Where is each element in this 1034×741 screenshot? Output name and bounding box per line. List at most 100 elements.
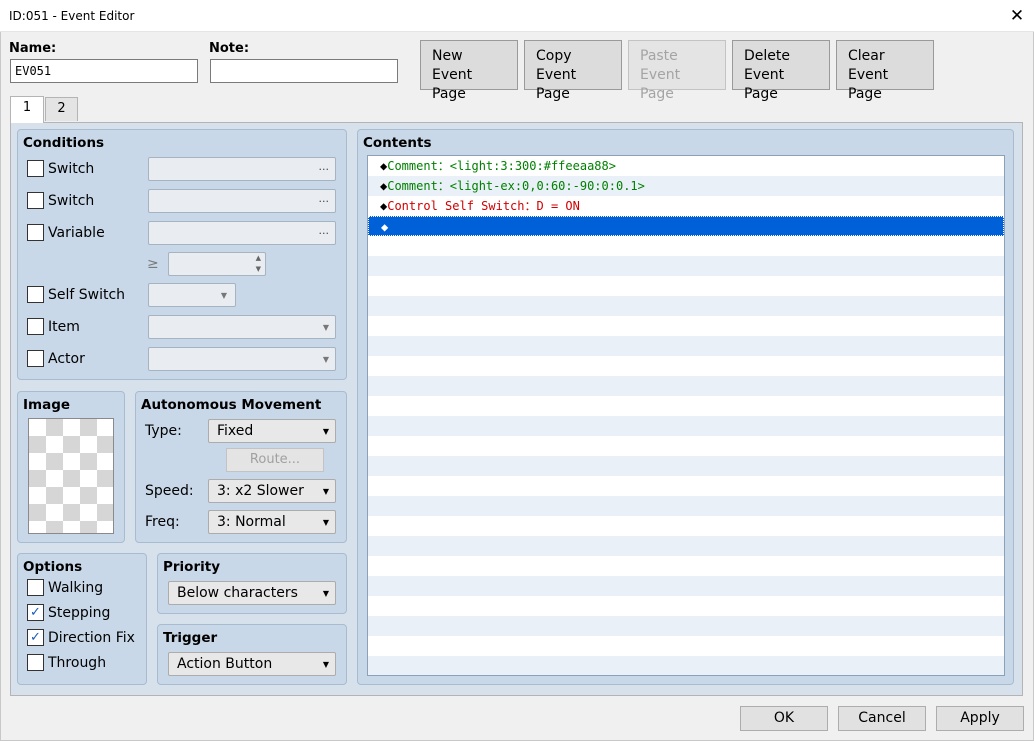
clear-button-line1: Clear bbox=[848, 48, 885, 64]
new-button-line1: New bbox=[432, 48, 463, 64]
actor-checkbox[interactable] bbox=[27, 350, 44, 367]
command-row[interactable] bbox=[368, 296, 1004, 316]
spinner-down-icon[interactable]: ▼ bbox=[256, 264, 261, 274]
trigger-value: Action Button bbox=[177, 656, 273, 672]
chevron-down-icon: ▼ bbox=[322, 427, 329, 436]
command-row[interactable]: ◆Control Self Switch：D = ON bbox=[368, 196, 1004, 216]
switch1-selector[interactable]: ... bbox=[148, 157, 336, 181]
command-row[interactable] bbox=[368, 536, 1004, 556]
delete-button-line2: Event Page bbox=[744, 67, 785, 102]
priority-title: Priority bbox=[163, 559, 220, 575]
window-title: ID:051 - Event Editor bbox=[9, 9, 135, 23]
note-input[interactable] bbox=[210, 59, 398, 83]
command-row[interactable] bbox=[368, 576, 1004, 596]
clear-button-line2: Event Page bbox=[848, 67, 889, 102]
chevron-down-icon: ▼ bbox=[322, 518, 329, 527]
walking-label: Walking bbox=[48, 580, 104, 596]
command-row[interactable] bbox=[368, 556, 1004, 576]
command-text: Comment：<light:3:300:#ffeeaa88> bbox=[387, 159, 616, 173]
clear-event-page-button[interactable]: Clear Event Page bbox=[836, 40, 934, 102]
command-row[interactable] bbox=[368, 656, 1004, 675]
command-row[interactable] bbox=[368, 436, 1004, 456]
new-event-page-button[interactable]: New Event Page bbox=[420, 40, 518, 102]
ok-button[interactable]: OK bbox=[740, 706, 828, 731]
variable-label: Variable bbox=[48, 225, 105, 241]
self-switch-checkbox[interactable] bbox=[27, 286, 44, 303]
delete-event-page-button[interactable]: Delete Event Page bbox=[732, 40, 830, 102]
command-row[interactable] bbox=[368, 356, 1004, 376]
walking-checkbox[interactable] bbox=[27, 579, 44, 596]
movement-type-value: Fixed bbox=[217, 423, 254, 439]
variable-selector[interactable]: ... bbox=[148, 221, 336, 245]
command-row[interactable] bbox=[368, 516, 1004, 536]
movement-speed-select[interactable]: 3: x2 Slower ▼ bbox=[208, 479, 336, 503]
command-row[interactable] bbox=[368, 416, 1004, 436]
movement-speed-value: 3: x2 Slower bbox=[217, 483, 304, 499]
name-label: Name: bbox=[9, 41, 57, 56]
close-icon[interactable]: ✕ bbox=[1003, 3, 1031, 29]
options-title: Options bbox=[23, 559, 83, 575]
command-row[interactable] bbox=[368, 236, 1004, 256]
chevron-down-icon: ▼ bbox=[322, 355, 329, 364]
spinner-up-icon[interactable]: ▲ bbox=[256, 253, 261, 263]
movement-freq-value: 3: Normal bbox=[217, 514, 286, 530]
event-image-preview[interactable] bbox=[28, 418, 114, 534]
command-marker-icon: ◆ bbox=[381, 220, 389, 234]
tab-page-1[interactable]: 1 bbox=[10, 96, 44, 123]
variable-checkbox[interactable] bbox=[27, 224, 44, 241]
command-row[interactable] bbox=[368, 616, 1004, 636]
name-input[interactable]: EV051 bbox=[10, 59, 198, 83]
image-title: Image bbox=[23, 397, 71, 413]
switch2-checkbox[interactable] bbox=[27, 192, 44, 209]
command-row[interactable] bbox=[368, 256, 1004, 276]
chevron-down-icon: ▼ bbox=[322, 660, 329, 669]
autonomous-movement-title: Autonomous Movement bbox=[141, 397, 322, 413]
command-row[interactable] bbox=[368, 336, 1004, 356]
contents-title: Contents bbox=[363, 135, 432, 151]
switch2-label: Switch bbox=[48, 193, 95, 209]
chevron-down-icon: ▼ bbox=[322, 589, 329, 598]
event-command-list[interactable]: ◆Comment：<light:3:300:#ffeeaa88> ◆Comment… bbox=[367, 155, 1005, 676]
command-row[interactable] bbox=[368, 596, 1004, 616]
movement-freq-select[interactable]: 3: Normal ▼ bbox=[208, 510, 336, 534]
command-row[interactable] bbox=[368, 636, 1004, 656]
command-row[interactable] bbox=[368, 316, 1004, 336]
command-text: Control Self Switch：D = ON bbox=[387, 199, 580, 213]
switch1-checkbox[interactable] bbox=[27, 160, 44, 177]
command-row[interactable] bbox=[368, 476, 1004, 496]
paste-event-page-button[interactable]: Paste Event Page bbox=[628, 40, 726, 102]
cancel-button[interactable]: Cancel bbox=[838, 706, 926, 731]
movement-type-select[interactable]: Fixed ▼ bbox=[208, 419, 336, 443]
stepping-checkbox[interactable]: ✓ bbox=[27, 604, 44, 621]
priority-select[interactable]: Below characters ▼ bbox=[168, 581, 336, 605]
command-row[interactable] bbox=[368, 376, 1004, 396]
command-row[interactable]: ◆ bbox=[368, 216, 1004, 236]
switch1-ellipsis-icon: ... bbox=[318, 160, 330, 173]
command-row[interactable] bbox=[368, 496, 1004, 516]
command-row[interactable]: ◆Comment：<light:3:300:#ffeeaa88> bbox=[368, 156, 1004, 176]
item-checkbox[interactable] bbox=[27, 318, 44, 335]
command-row[interactable] bbox=[368, 456, 1004, 476]
self-switch-combo[interactable]: ▼ bbox=[148, 283, 236, 307]
variable-value-spinner[interactable]: ▲ ▼ bbox=[168, 252, 266, 276]
command-row[interactable] bbox=[368, 396, 1004, 416]
title-bar: ID:051 - Event Editor ✕ bbox=[0, 0, 1034, 32]
new-button-line2: Event Page bbox=[432, 67, 473, 102]
priority-value: Below characters bbox=[177, 585, 298, 601]
paste-button-line1: Paste bbox=[640, 48, 678, 64]
copy-button-line1: Copy bbox=[536, 48, 572, 64]
direction-fix-checkbox[interactable]: ✓ bbox=[27, 629, 44, 646]
chevron-down-icon: ▼ bbox=[322, 323, 329, 332]
command-row[interactable]: ◆Comment：<light-ex:0,0:60:-90:0:0.1> bbox=[368, 176, 1004, 196]
through-checkbox[interactable] bbox=[27, 654, 44, 671]
command-row[interactable] bbox=[368, 276, 1004, 296]
copy-event-page-button[interactable]: Copy Event Page bbox=[524, 40, 622, 102]
route-button[interactable]: Route... bbox=[226, 448, 324, 472]
trigger-select[interactable]: Action Button ▼ bbox=[168, 652, 336, 676]
tab-page-2[interactable]: 2 bbox=[45, 97, 78, 121]
variable-ellipsis-icon: ... bbox=[318, 224, 330, 237]
apply-button[interactable]: Apply bbox=[936, 706, 1024, 731]
actor-combo[interactable]: ▼ bbox=[148, 347, 336, 371]
switch2-selector[interactable]: ... bbox=[148, 189, 336, 213]
item-combo[interactable]: ▼ bbox=[148, 315, 336, 339]
